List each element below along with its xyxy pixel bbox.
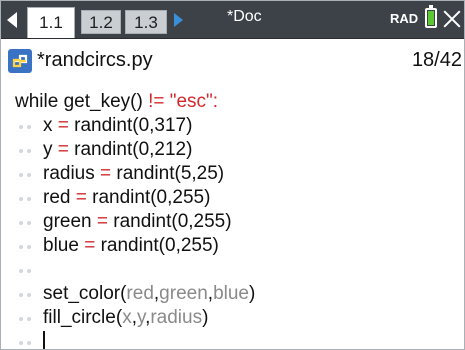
indent-dots-icon xyxy=(15,282,43,306)
angle-mode-indicator: RAD xyxy=(390,11,419,26)
close-paren: ) xyxy=(202,307,209,328)
code-line-11[interactable] xyxy=(15,330,45,349)
code-line-9[interactable]: set_color(red,green,blue) xyxy=(15,282,255,306)
arg-blue: blue xyxy=(213,283,249,304)
tab-1-2[interactable]: 1.2 xyxy=(81,10,121,34)
indent-dots-icon xyxy=(15,210,43,234)
code-line-1[interactable]: while get_key() != "esc": xyxy=(15,90,218,114)
assign-op: = xyxy=(94,163,117,184)
arg-x: x xyxy=(122,307,132,328)
text-cursor xyxy=(43,331,45,349)
code-line-5[interactable]: red = randint(0,255) xyxy=(15,186,210,210)
indent-dots-icon xyxy=(15,330,43,349)
close-paren: ) xyxy=(248,283,256,304)
code-line-4[interactable]: radius = randint(5,25) xyxy=(15,162,224,186)
call-text: randint(0,255) xyxy=(113,211,232,232)
arg-red: red xyxy=(126,283,154,304)
code-line-3[interactable]: y = randint(0,212) xyxy=(15,138,192,162)
operator: != xyxy=(148,91,165,112)
assign-op: = xyxy=(52,115,75,136)
var-name: blue xyxy=(43,235,79,256)
code-line-7[interactable]: blue = randint(0,255) xyxy=(15,234,219,258)
var-name: green xyxy=(43,211,92,232)
var-name: radius xyxy=(43,163,95,184)
nav-right-icon[interactable] xyxy=(174,13,183,27)
code-line-6[interactable]: green = randint(0,255) xyxy=(15,210,232,234)
call-text: randint(0,317) xyxy=(74,115,193,136)
assign-op: = xyxy=(52,139,75,160)
call-text: randint(0,255) xyxy=(92,187,211,208)
battery-icon xyxy=(425,5,437,28)
keyword-while: while xyxy=(15,91,59,112)
indent-dots-icon xyxy=(15,306,43,330)
var-name: red xyxy=(43,187,71,208)
string-literal: "esc": xyxy=(164,91,219,112)
arg-y: y xyxy=(136,307,146,328)
line-position-counter: 18/42 xyxy=(411,49,462,71)
file-header: *randcircs.py 18/42 xyxy=(1,39,464,88)
var-name: y xyxy=(43,139,53,160)
assign-op: = xyxy=(78,235,101,256)
nav-left-icon[interactable] xyxy=(7,12,17,28)
function-call: set_color( xyxy=(43,283,127,304)
arg-radius: radius xyxy=(150,307,203,328)
code-line-2[interactable]: x = randint(0,317) xyxy=(15,114,192,138)
arg-green: green xyxy=(159,283,208,304)
call-text: get_key() xyxy=(58,91,149,112)
function-call: fill_circle( xyxy=(43,307,123,328)
indent-dots-icon xyxy=(15,138,43,162)
document-title: *Doc xyxy=(227,8,262,25)
code-editor[interactable]: while get_key() != "esc": x = randint(0,… xyxy=(1,87,464,349)
assign-op: = xyxy=(91,211,114,232)
code-line-8[interactable] xyxy=(15,258,43,282)
top-tab-bar: 1.1 1.2 1.3 *Doc RAD xyxy=(1,1,464,39)
editor-window: 1.1 1.2 1.3 *Doc RAD *randcircs.py 18/42… xyxy=(0,0,465,350)
call-text: randint(5,25) xyxy=(116,163,225,184)
code-line-10[interactable]: fill_circle(x,y,radius) xyxy=(15,306,208,330)
indent-dots-icon xyxy=(15,162,43,186)
var-name: x xyxy=(43,115,53,136)
indent-dots-icon xyxy=(15,186,43,210)
tab-1-3[interactable]: 1.3 xyxy=(125,10,167,34)
assign-op: = xyxy=(70,187,93,208)
indent-dots-icon xyxy=(15,114,43,138)
call-text: randint(0,212) xyxy=(74,139,193,160)
indent-dots-icon xyxy=(15,234,43,258)
file-name: *randcircs.py xyxy=(37,49,153,71)
call-text: randint(0,255) xyxy=(100,235,219,256)
python-file-icon xyxy=(8,49,32,73)
indent-dots-icon xyxy=(15,258,43,282)
tab-1-1[interactable]: 1.1 xyxy=(27,7,75,38)
close-icon[interactable] xyxy=(443,10,461,28)
